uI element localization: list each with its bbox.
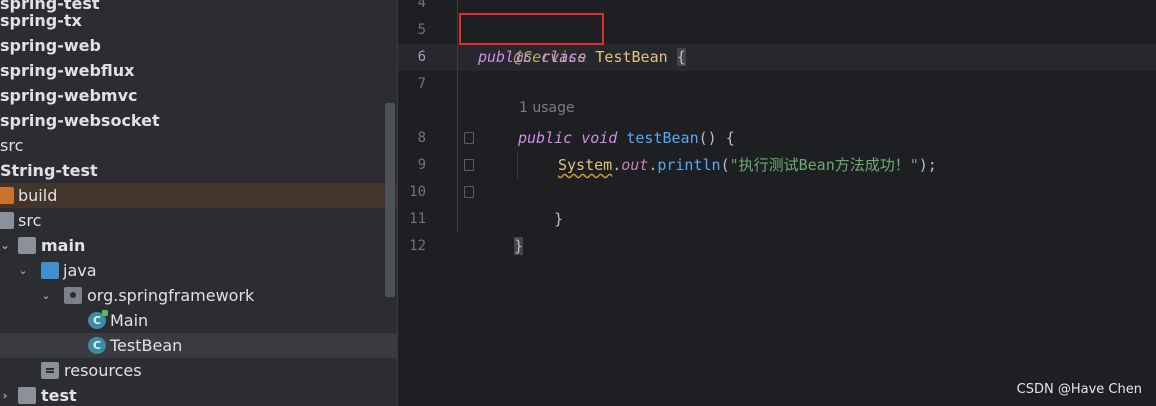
module-folder-icon — [18, 387, 36, 404]
chevron-down-icon[interactable]: ⌄ — [0, 233, 12, 258]
line-number: 6 — [417, 49, 426, 65]
class-icon: C — [88, 310, 108, 329]
signature-token: () { — [698, 129, 735, 147]
string-literal-token: "执行测试Bean方法成功！" — [729, 156, 919, 174]
fold-marker-icon[interactable] — [464, 132, 474, 144]
code-line-9: System.out.println("执行测试Bean方法成功！"); — [558, 152, 937, 179]
tree-item-src[interactable]: src — [0, 133, 397, 158]
line-number: 10 — [409, 184, 426, 200]
line-number: 12 — [409, 238, 426, 254]
code-line-11: } — [478, 206, 524, 255]
tree-item-spring-tx[interactable]: spring-tx — [0, 8, 397, 33]
tree-item-spring-webflux[interactable]: spring-webflux — [0, 58, 397, 83]
code-line-6: public class TestBean { — [478, 44, 686, 71]
paren-token: ( — [720, 156, 730, 174]
highlight-box — [459, 13, 604, 45]
tree-item-label: build — [18, 186, 58, 205]
field-token: out — [621, 156, 649, 174]
tree-item-label: spring-webmvc — [0, 86, 138, 105]
tree-item-label: spring-webflux — [0, 61, 135, 80]
dot-token: . — [612, 156, 622, 174]
tree-item-label: Main — [110, 311, 149, 330]
package-icon — [64, 287, 82, 304]
tree-item-spring-websocket[interactable]: spring-websocket — [0, 108, 397, 133]
tree-item-label: org.springframework — [87, 286, 255, 305]
tree-item-main[interactable]: ⌄ main — [0, 233, 397, 258]
paren-token: ); — [918, 156, 937, 174]
tree-item-resources[interactable]: resources — [0, 358, 397, 383]
line-number: 11 — [409, 211, 426, 227]
tree-item-label: resources — [64, 361, 142, 380]
tree-item-main-class[interactable]: C Main — [0, 308, 397, 333]
keyword-token: class — [541, 48, 587, 66]
tree-item-label: spring-websocket — [0, 111, 160, 130]
gutter-divider — [457, 0, 458, 232]
tree-item-string-test[interactable]: String-test — [0, 158, 397, 183]
dot-token: . — [648, 156, 658, 174]
line-number: 8 — [417, 130, 426, 146]
source-folder-icon — [41, 262, 59, 279]
tree-item-java[interactable]: ⌄ java — [0, 258, 397, 283]
line-number: 9 — [417, 157, 426, 173]
tree-item-label: String-test — [0, 161, 98, 180]
fold-marker-icon[interactable] — [464, 159, 474, 171]
tree-item-src-module[interactable]: src — [0, 208, 397, 233]
code-editor[interactable]: 4 5 6 7 8 9 10 11 12 @Service public cla… — [397, 0, 1156, 406]
chevron-right-icon[interactable]: › — [0, 383, 12, 406]
usage-hint[interactable]: 1 usage — [519, 100, 575, 116]
chevron-down-icon[interactable]: ⌄ — [39, 283, 53, 308]
project-tree-panel: spring-test spring-tx spring-web spring-… — [0, 0, 397, 406]
fold-marker-icon[interactable] — [464, 186, 474, 198]
code-line-8: public void testBean() { — [518, 125, 735, 152]
tree-item-build[interactable]: build — [0, 183, 397, 208]
line-number: 7 — [417, 76, 426, 92]
indent-guide — [517, 153, 518, 179]
method-call-token: println — [657, 156, 721, 174]
class-icon: C — [88, 337, 106, 354]
tree-item-spring-web[interactable]: spring-web — [0, 33, 397, 58]
tree-item-label: spring-web — [0, 36, 101, 55]
tree-item-label: src — [18, 211, 42, 230]
method-name-token: testBean — [626, 129, 699, 147]
brace-token: } — [514, 237, 524, 255]
tree-item-spring-webmvc[interactable]: spring-webmvc — [0, 83, 397, 108]
tree-item-test[interactable]: › test — [0, 383, 397, 406]
code-line-10: } — [518, 179, 563, 228]
class-name-token: TestBean — [595, 48, 668, 66]
keyword-token: void — [581, 129, 618, 147]
watermark: CSDN @Have Chen — [1016, 382, 1142, 397]
resources-folder-icon — [41, 362, 59, 379]
line-number: 5 — [417, 22, 426, 38]
tree-item-label: TestBean — [110, 336, 183, 355]
module-folder-icon — [18, 237, 36, 254]
tree-item-org-springframework[interactable]: ⌄ org.springframework — [0, 283, 397, 308]
keyword-token: public — [478, 48, 533, 66]
line-number: 4 — [417, 0, 426, 11]
class-ref-token: System — [558, 156, 613, 174]
tree-item-label: spring-tx — [0, 11, 82, 30]
folder-icon — [0, 187, 14, 204]
tree-item-label: java — [63, 261, 97, 280]
tree-item-testbean-class[interactable]: C TestBean — [0, 333, 397, 358]
folder-icon — [0, 212, 14, 229]
brace-token: { — [676, 48, 686, 66]
tree-item-label: main — [41, 236, 86, 255]
keyword-token: public — [518, 129, 573, 147]
tree-item-label: src — [0, 136, 24, 155]
brace-token: } — [554, 210, 564, 228]
chevron-down-icon[interactable]: ⌄ — [16, 258, 30, 283]
tree-scrollbar[interactable] — [385, 103, 395, 297]
tree-item-label: test — [41, 386, 77, 405]
